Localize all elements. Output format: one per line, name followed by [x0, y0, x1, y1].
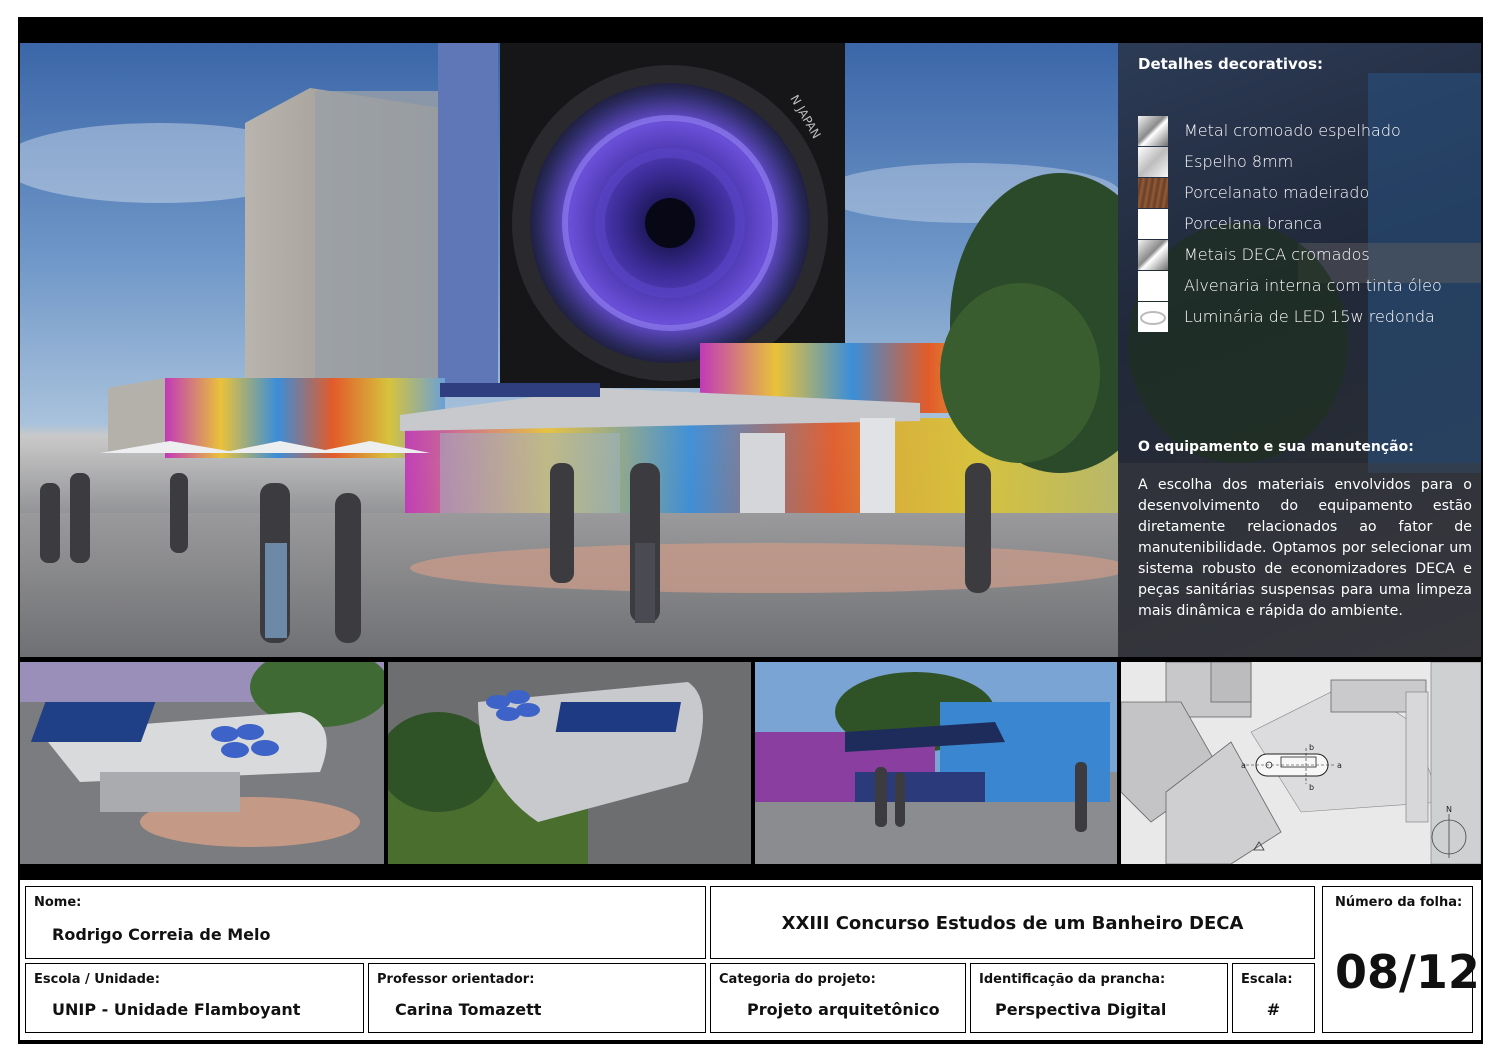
thumbnail-aerial-2 — [388, 662, 751, 864]
maintenance-title: O equipamento e sua manutenção: — [1138, 439, 1414, 455]
legend-row: Metal cromoado espelhado — [1138, 115, 1468, 146]
legend-label: Alvenaria interna com tinta óleo — [1184, 276, 1442, 295]
legend-label: Luminária de LED 15w redonda — [1184, 307, 1435, 326]
school-label: Escola / Unidade: — [34, 972, 160, 987]
board-id-label: Identificação da prancha: — [979, 972, 1166, 987]
legend-row: Luminária de LED 15w redonda — [1138, 301, 1468, 332]
section-mark-b-bottom: b — [1309, 783, 1314, 792]
legend-label: Porcelanato madeirado — [1184, 183, 1370, 202]
aerial-view-1-illustration — [20, 662, 384, 864]
material-swatch — [1138, 115, 1168, 146]
name-value: Rodrigo Correia de Melo — [52, 925, 271, 944]
aerial-view-2-illustration — [388, 662, 751, 864]
category-cell: Categoria do projeto: Projeto arquitetôn… — [710, 963, 966, 1033]
board-id-cell: Identificação da prancha: Perspectiva Di… — [970, 963, 1228, 1033]
hero-perspective-render: N JAPAN — [20, 43, 1118, 657]
legend-row: Porcelana branca — [1138, 208, 1468, 239]
title-block: Nome: Rodrigo Correia de Melo XXIII Conc… — [20, 880, 1481, 1040]
materials-legend: Metal cromoado espelhado Espelho 8mm Porce… — [1138, 115, 1468, 332]
legend-label: Metais DECA cromados — [1184, 245, 1370, 264]
legend-label: Metal cromoado espelhado — [1184, 121, 1401, 140]
section-mark-b-top: b — [1309, 743, 1314, 752]
scale-cell: Escala: # — [1232, 963, 1315, 1033]
legend-row: Alvenaria interna com tinta óleo — [1138, 270, 1468, 301]
info-panel: Detalhes decorativos: Metal cromoado esp… — [1118, 43, 1481, 657]
category-value: Projeto arquitetônico — [747, 1000, 940, 1019]
school-cell: Escola / Unidade: UNIP - Unidade Flamboy… — [25, 963, 364, 1033]
section-mark-a-right: a — [1337, 761, 1342, 770]
sheet-number-cell: Número da folha: 08/12 — [1322, 886, 1480, 1033]
legend-label: Porcelana branca — [1184, 214, 1323, 233]
led-luminaire-icon — [1140, 310, 1166, 325]
thumbnail-site-plan: a a b b N — [1121, 662, 1481, 864]
sheet-number-value: 08/12 — [1335, 945, 1480, 999]
hero-render-illustration: N JAPAN — [20, 43, 1118, 657]
section-mark-a-left: a — [1241, 761, 1246, 770]
material-swatch — [1138, 301, 1168, 332]
legend-label: Espelho 8mm — [1184, 152, 1294, 171]
thumbnail-aerial-1 — [20, 662, 384, 864]
advisor-label: Professor orientador: — [377, 972, 535, 987]
advisor-cell: Professor orientador: Carina Tomazett — [368, 963, 706, 1033]
material-swatch — [1138, 177, 1168, 208]
legend-row: Metais DECA cromados — [1138, 239, 1468, 270]
contest-title: XXIII Concurso Estudos de um Banheiro DE… — [781, 913, 1244, 934]
sheet-number-label: Número da folha: — [1335, 895, 1463, 910]
contest-cell: XXIII Concurso Estudos de um Banheiro DE… — [710, 886, 1315, 959]
scale-value: # — [1266, 1000, 1281, 1019]
material-swatch — [1138, 239, 1168, 270]
name-label: Nome: — [34, 895, 82, 910]
legend-row: Porcelanato madeirado — [1138, 177, 1468, 208]
maintenance-text: A escolha dos materiais envolvidos para … — [1138, 477, 1472, 619]
material-swatch — [1138, 146, 1168, 177]
north-arrow-label: N — [1446, 805, 1452, 814]
name-cell: Nome: Rodrigo Correia de Melo — [25, 886, 706, 959]
category-label: Categoria do projeto: — [719, 972, 876, 987]
advisor-value: Carina Tomazett — [395, 1000, 542, 1019]
board-id-value: Perspectiva Digital — [995, 1000, 1167, 1019]
material-swatch — [1138, 270, 1168, 301]
street-view-illustration — [755, 662, 1117, 864]
legend-row: Espelho 8mm — [1138, 146, 1468, 177]
scale-label: Escala: — [1241, 972, 1293, 987]
site-plan-drawing: a a b b N — [1121, 662, 1481, 864]
decor-details-title: Detalhes decorativos: — [1138, 55, 1324, 73]
thumbnail-street-view — [755, 662, 1117, 864]
school-value: UNIP - Unidade Flamboyant — [52, 1000, 301, 1019]
material-swatch — [1138, 208, 1168, 239]
